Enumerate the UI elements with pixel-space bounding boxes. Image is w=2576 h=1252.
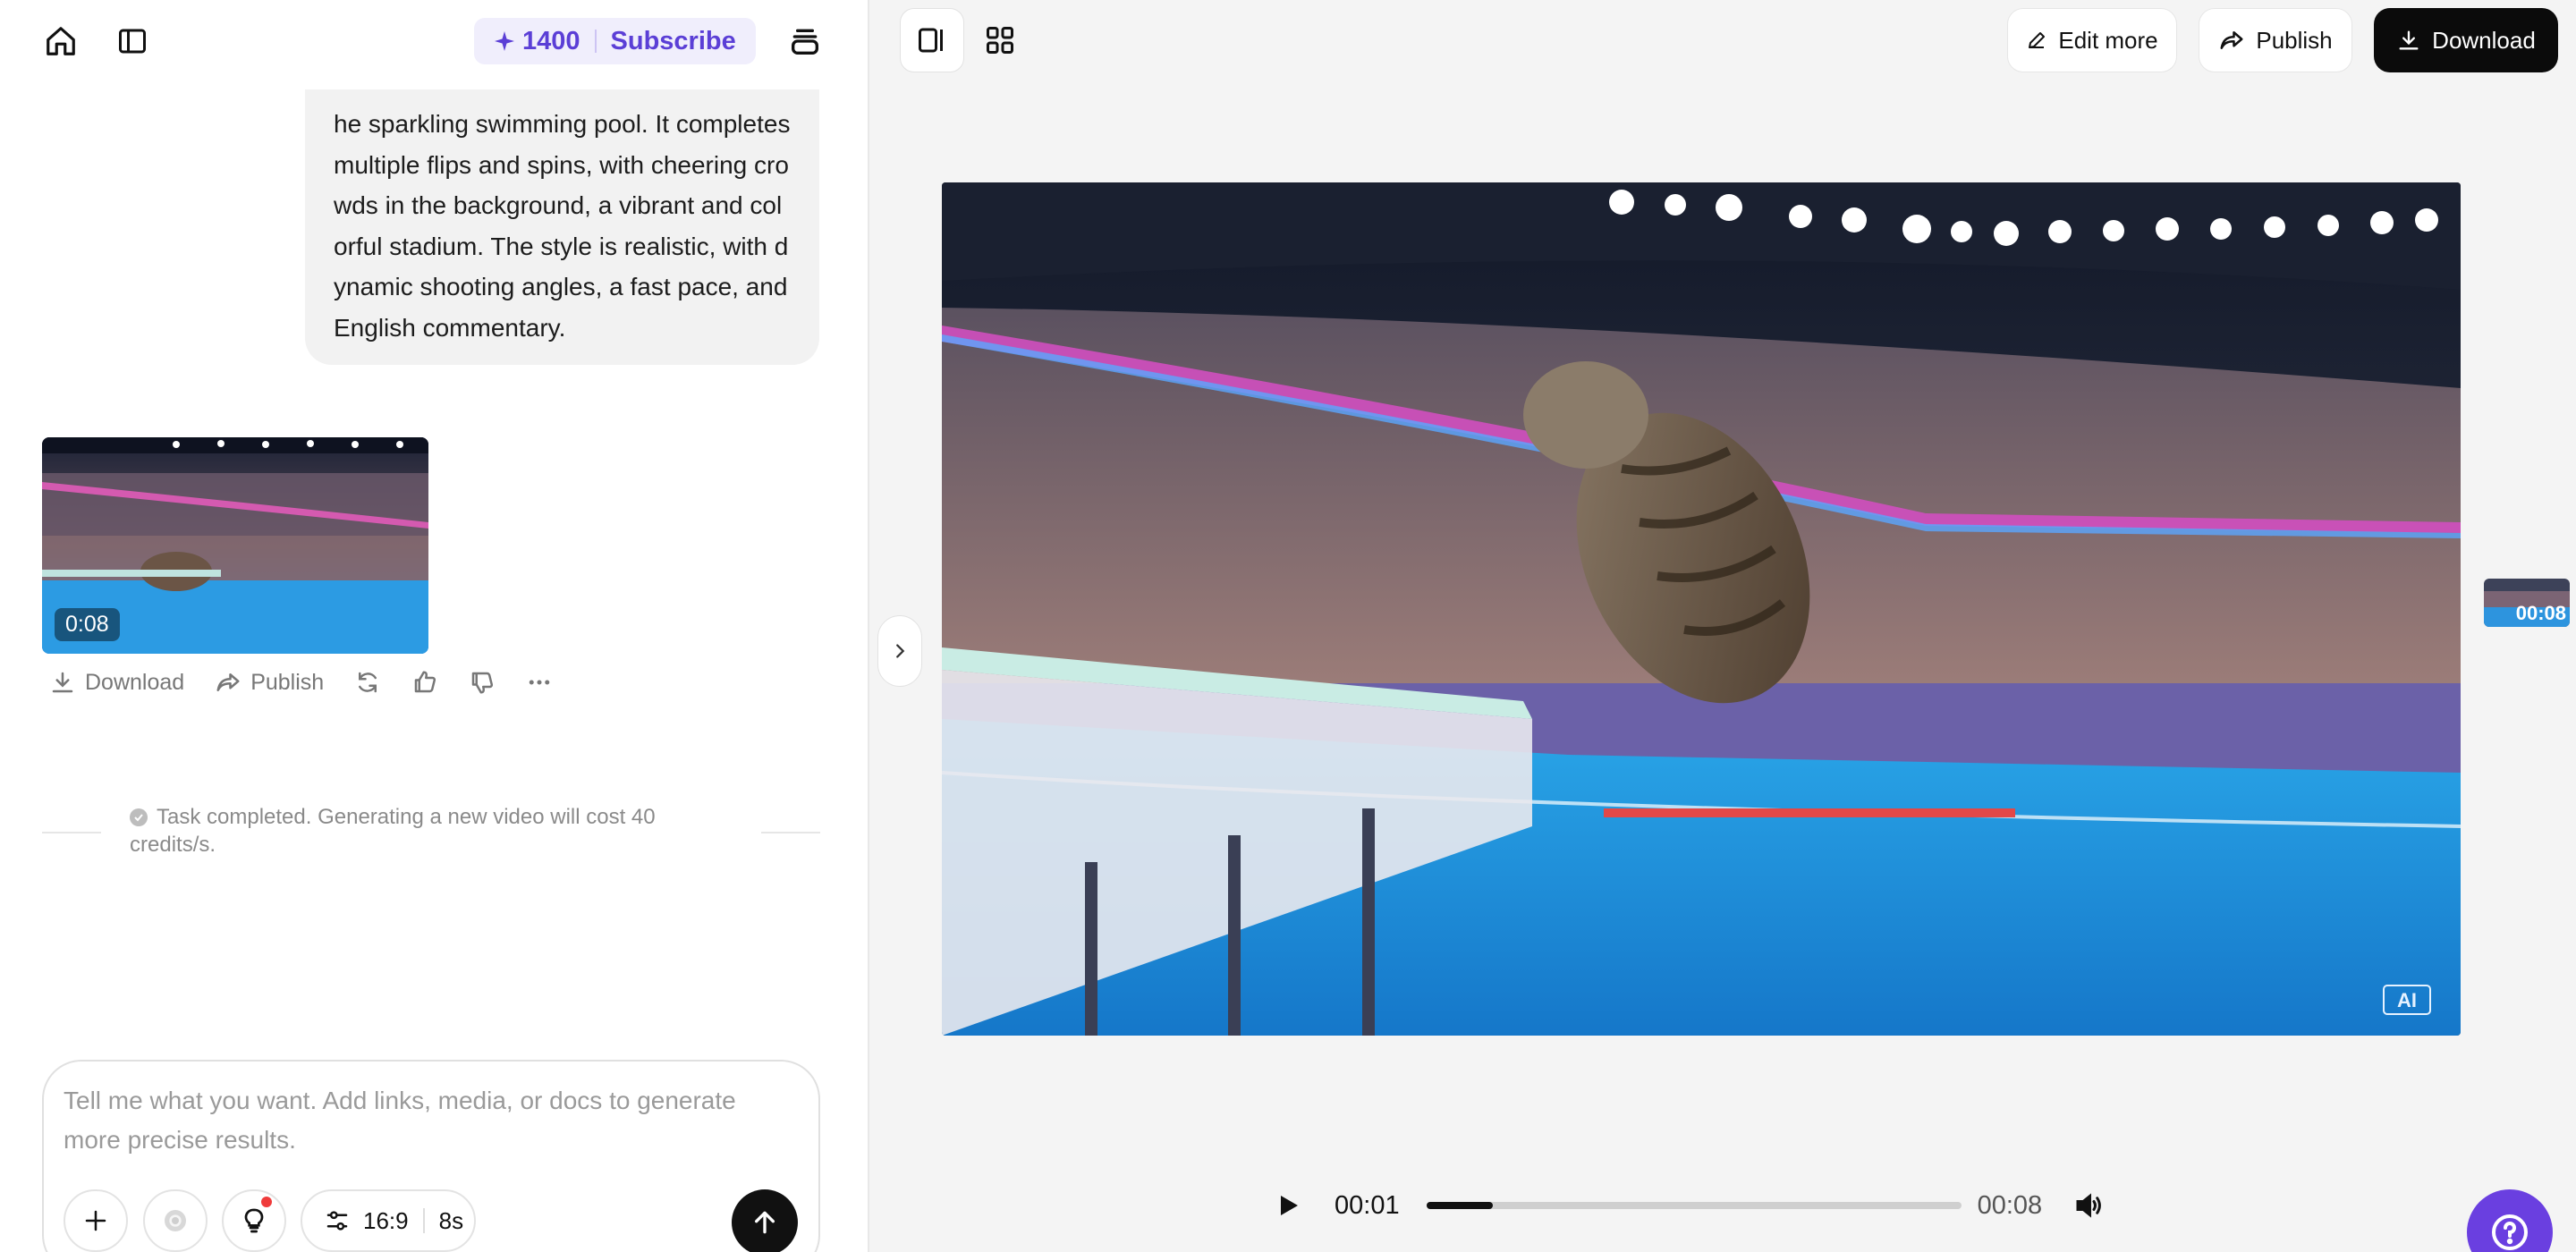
- toggle-sidebar-button[interactable]: [111, 20, 154, 63]
- progress-track[interactable]: [1426, 1202, 1962, 1209]
- play-icon: [1281, 1196, 1298, 1215]
- sparkle-icon: [495, 31, 514, 51]
- thumbs-up-button[interactable]: [411, 669, 438, 696]
- record-icon: [165, 1210, 186, 1231]
- notice-divider-right: [761, 832, 820, 833]
- edit-more-label: Edit more: [2058, 26, 2158, 54]
- task-notice: Task completed. Generating a new video w…: [42, 803, 820, 860]
- stack-icon: [792, 29, 818, 55]
- app-root: 1400 Subscribe he sparkling swimming poo…: [0, 0, 2576, 1252]
- credits-count: 1400: [522, 26, 580, 55]
- record-button[interactable]: [143, 1189, 208, 1252]
- chevron-right-icon: [896, 644, 905, 658]
- timeline-thumbnail[interactable]: 00:08: [2484, 579, 2570, 627]
- notice-text: Task completed. Generating a new video w…: [130, 805, 656, 857]
- regenerate-button[interactable]: [354, 669, 381, 696]
- duration-value: 8s: [438, 1206, 464, 1234]
- user-prompt-bubble: he sparkling swimming pool. It completes…: [305, 89, 819, 365]
- video-controls: 00:01 00:08: [1270, 1180, 2129, 1231]
- volume-button[interactable]: [2069, 1186, 2108, 1225]
- grid-icon: [987, 27, 1013, 54]
- settings-separator: [422, 1208, 425, 1233]
- thumbnail-duration: 0:08: [55, 608, 120, 641]
- regenerate-icon: [359, 672, 377, 693]
- aspect-ratio-value: 16:9: [363, 1206, 409, 1234]
- current-time: 00:01: [1335, 1190, 1400, 1220]
- download-action[interactable]: Download: [49, 669, 184, 696]
- send-button[interactable]: [732, 1189, 798, 1252]
- download-icon: [52, 672, 73, 693]
- history-button[interactable]: [784, 20, 826, 63]
- chat-panel: 1400 Subscribe he sparkling swimming poo…: [0, 0, 868, 1252]
- publish-button[interactable]: Publish: [2199, 8, 2352, 72]
- thumbs-down-button[interactable]: [469, 669, 496, 696]
- video-settings-button[interactable]: 16:9 8s: [301, 1189, 476, 1252]
- ai-watermark: AI: [2397, 989, 2417, 1011]
- notice-divider-left: [42, 832, 101, 833]
- arrow-up-icon: [755, 1211, 775, 1234]
- grid-view-toggle[interactable]: [968, 8, 1032, 72]
- publish-action-label: Publish: [250, 669, 325, 695]
- video-preview[interactable]: AI: [942, 182, 2461, 1036]
- prompt-input[interactable]: [64, 1081, 797, 1171]
- home-button[interactable]: [39, 20, 82, 63]
- thumbs-up-icon: [414, 671, 436, 693]
- subscribe-link[interactable]: Subscribe: [611, 27, 736, 56]
- share-icon: [216, 673, 240, 691]
- download-label: Download: [2432, 26, 2536, 54]
- download-button[interactable]: Download: [2374, 8, 2558, 72]
- home-icon: [47, 27, 75, 55]
- help-icon: [2492, 1214, 2528, 1250]
- split-view-toggle[interactable]: [900, 8, 964, 72]
- download-action-label: Download: [85, 669, 185, 695]
- credits-separator: [594, 30, 597, 53]
- download-icon: [2399, 30, 2419, 50]
- volume-icon: [2076, 1193, 2102, 1218]
- video-frame: AI: [942, 182, 2461, 1036]
- thumbs-down-icon: [471, 672, 494, 694]
- more-icon: [529, 680, 550, 685]
- edit-more-button[interactable]: Edit more: [2007, 8, 2177, 72]
- timeline-thumbnail-duration: 00:08: [2515, 602, 2566, 624]
- publish-label: Publish: [2256, 26, 2333, 54]
- total-time: 00:08: [1977, 1190, 2043, 1220]
- more-options-button[interactable]: [526, 669, 553, 696]
- sidebar-icon: [119, 29, 146, 54]
- split-view-icon: [919, 28, 943, 53]
- plus-icon: [85, 1210, 106, 1231]
- play-button[interactable]: [1270, 1187, 1308, 1224]
- pencil-icon: [2029, 32, 2046, 48]
- inspiration-button[interactable]: [222, 1189, 286, 1252]
- notification-dot: [261, 1197, 272, 1207]
- bulb-icon: [244, 1208, 264, 1233]
- result-video-thumbnail[interactable]: 0:08: [42, 437, 428, 654]
- share-icon: [2220, 31, 2243, 49]
- collapse-chat-button[interactable]: [877, 615, 922, 687]
- sliders-icon: [326, 1211, 348, 1231]
- credits-badge[interactable]: 1400 Subscribe: [474, 18, 756, 64]
- result-actions: Download Publish: [49, 666, 583, 698]
- publish-action[interactable]: Publish: [215, 669, 324, 696]
- progress-fill: [1426, 1202, 1494, 1209]
- add-attachment-button[interactable]: [64, 1189, 128, 1252]
